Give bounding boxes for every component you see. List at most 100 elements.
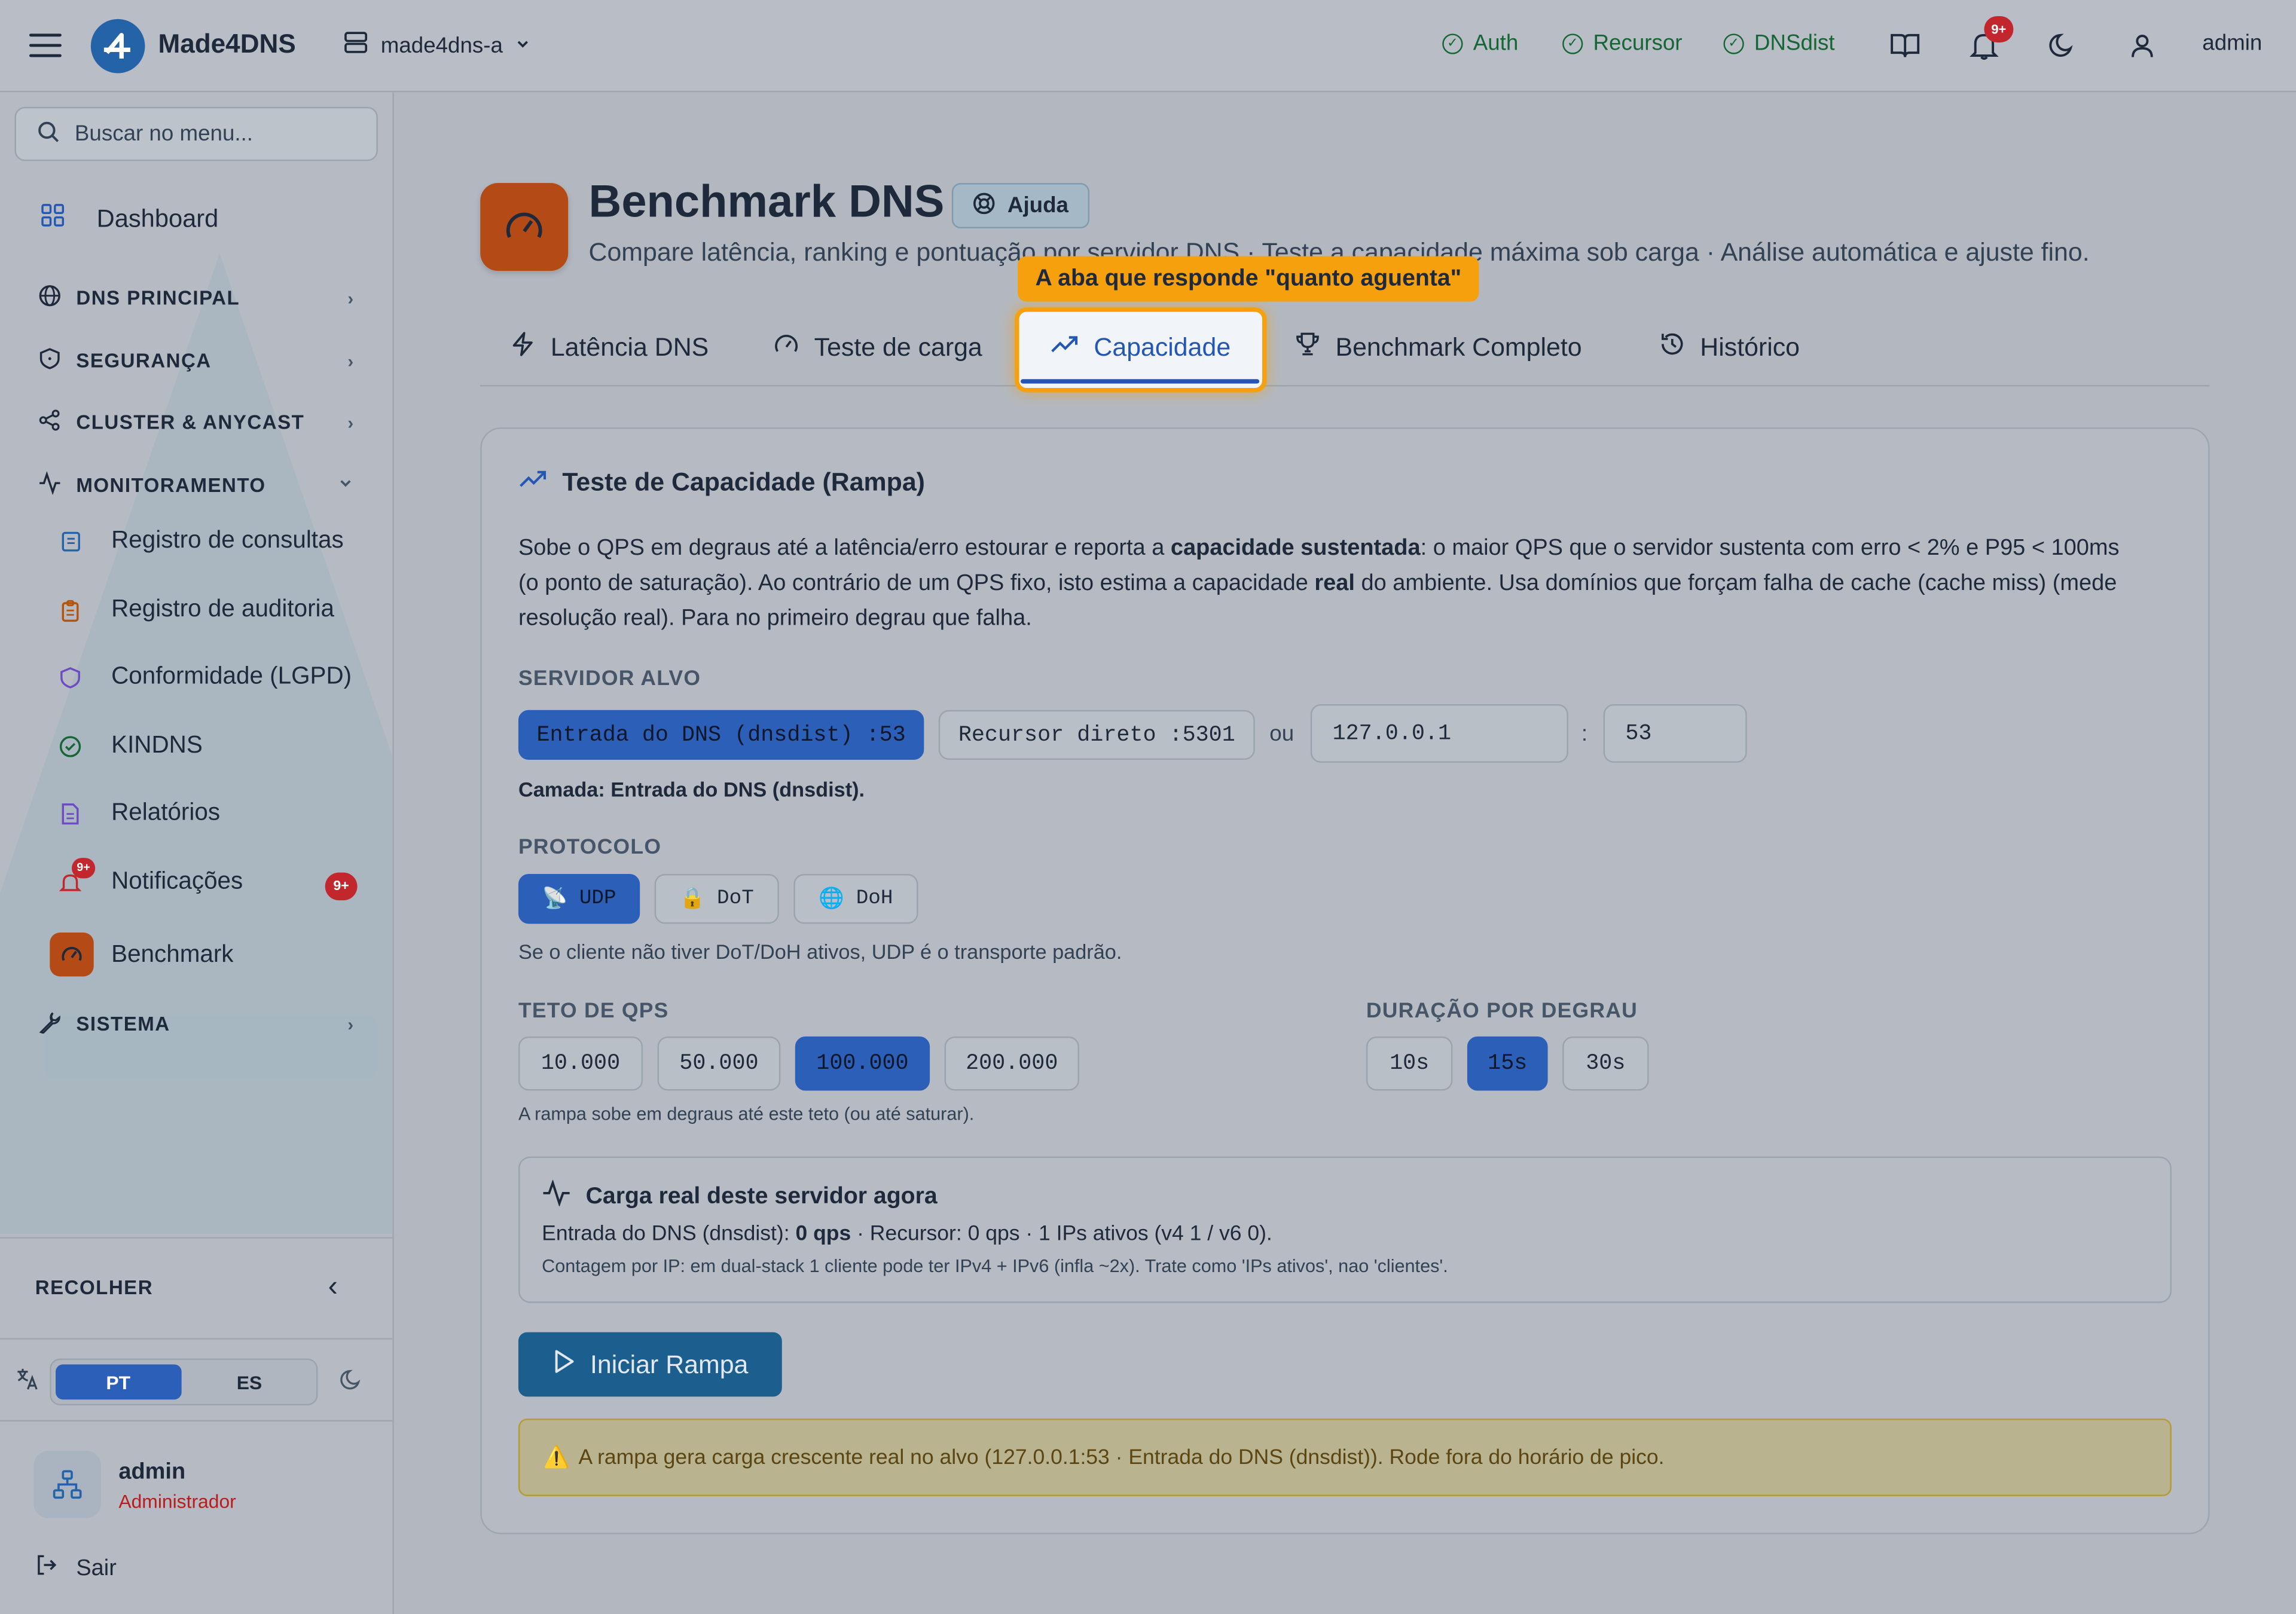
lang-es-button[interactable]: ES — [187, 1364, 312, 1399]
activity-icon — [542, 1179, 571, 1213]
logout-button[interactable]: Sair — [35, 1553, 117, 1584]
protocol-dot-button[interactable]: 🔒 DoT — [654, 874, 779, 924]
target-label: SERVIDOR ALVO — [518, 667, 701, 691]
avatar[interactable] — [33, 1450, 101, 1518]
search-input[interactable]: Buscar no menu... — [14, 106, 378, 161]
status-recursor[interactable]: ✓ Recursor — [1562, 30, 1683, 56]
protocol-label: PROTOCOLO — [518, 836, 662, 860]
tab-history[interactable]: Histórico — [1659, 307, 1800, 386]
tab-latency[interactable]: Latência DNS — [509, 307, 709, 386]
globe-icon — [38, 284, 62, 312]
help-button[interactable]: Ajuda — [951, 183, 1089, 229]
translate-icon — [14, 1366, 41, 1399]
brand-name: Made4DNS — [158, 29, 296, 59]
sidebar-item-reports[interactable]: Relatórios — [59, 799, 220, 827]
moon-icon[interactable] — [340, 1367, 365, 1399]
step-duration-label: DURAÇÃO POR DEGRAU — [1366, 999, 1638, 1023]
sidebar-section-system[interactable]: SISTEMA › — [38, 1010, 355, 1038]
tab-capacity[interactable]: Capacidade — [1050, 307, 1231, 386]
history-icon — [1659, 330, 1686, 363]
sidebar-item-queries[interactable]: Registro de consultas — [59, 527, 344, 555]
menu-icon[interactable] — [29, 29, 62, 62]
sidebar-item-audit[interactable]: Registro de auditoria — [59, 596, 334, 624]
top-user-name[interactable]: admin — [2202, 30, 2262, 56]
start-ramp-button[interactable]: Iniciar Rampa — [518, 1332, 782, 1397]
file-text-icon — [59, 802, 82, 825]
collapse-row[interactable]: RECOLHER ‹ — [0, 1237, 393, 1340]
target-recursor-button[interactable]: Recursor direto :5301 — [938, 710, 1255, 760]
chevron-right-icon: › — [347, 288, 355, 308]
search-placeholder: Buscar no menu... — [74, 121, 254, 146]
notifications-count-badge: 9+ — [325, 872, 358, 901]
scroll-icon — [59, 529, 82, 552]
tab-load-test[interactable]: Teste de carga — [773, 307, 982, 386]
server-selector[interactable]: made4dns-a — [343, 29, 532, 62]
card-description: Sobe o QPS em degraus até a latência/err… — [518, 536, 2120, 631]
sidebar-section-security[interactable]: SEGURANÇA › — [38, 347, 355, 375]
profile-role: Administrador — [118, 1490, 236, 1512]
step-10s-button[interactable]: 10s — [1366, 1036, 1453, 1091]
brand-logo — [90, 19, 145, 74]
status-dnsdist[interactable]: ✓ DNSdist — [1723, 30, 1835, 56]
qps-100000-button[interactable]: 100.000 — [795, 1036, 930, 1091]
chevron-down-icon — [337, 474, 354, 496]
sidebar: Buscar no menu... Dashboard DNS PRINCIPA… — [0, 92, 394, 1614]
trending-up-icon — [518, 466, 548, 499]
protocol-hint: Se o cliente não tiver DoT/DoH ativos, U… — [518, 940, 1122, 964]
step-15s-button[interactable]: 15s — [1467, 1036, 1548, 1091]
notification-dot-badge: 9+ — [72, 857, 96, 878]
warning-banner: ⚠️ A rampa gera carga crescente real no … — [518, 1419, 2172, 1496]
target-dnsdist-button[interactable]: Entrada do DNS (dnsdist) :53 — [518, 710, 924, 760]
warning-icon: ⚠️ — [543, 1446, 570, 1470]
trending-up-icon — [1050, 330, 1079, 363]
qps-10000-button[interactable]: 10.000 — [518, 1036, 643, 1091]
chevron-left-icon[interactable]: ‹ — [328, 1271, 338, 1304]
server-name: made4dns-a — [380, 33, 503, 58]
protocol-udp-button[interactable]: 📡 UDP — [518, 874, 640, 924]
bell-icon: 9+ — [59, 857, 96, 894]
host-input[interactable]: 127.0.0.1 — [1310, 704, 1568, 763]
sidebar-item-lgpd[interactable]: Conformidade (LGPD) — [59, 663, 352, 691]
language-toggle: PT ES — [50, 1358, 318, 1406]
protocol-doh-button[interactable]: 🌐 DoH — [793, 874, 918, 924]
step-30s-button[interactable]: 30s — [1562, 1036, 1649, 1091]
lang-pt-button[interactable]: PT — [56, 1364, 181, 1400]
qps-50000-button[interactable]: 50.000 — [657, 1036, 781, 1091]
wrench-icon — [38, 1010, 62, 1038]
tab-full-benchmark[interactable]: Benchmark Completo — [1294, 307, 1582, 386]
port-input[interactable]: 53 — [1603, 704, 1747, 763]
bell-icon[interactable]: 9+ — [1967, 16, 2014, 63]
docs-book-icon[interactable] — [1888, 28, 1923, 63]
play-icon — [552, 1347, 575, 1381]
live-load-note: Contagem por IP: em dual-stack 1 cliente… — [542, 1256, 1448, 1277]
sidebar-section-dns[interactable]: DNS PRINCIPAL › — [38, 284, 355, 312]
qps-hint: A rampa sobe em degraus até este teto (o… — [518, 1103, 975, 1124]
share-icon — [38, 408, 62, 436]
moon-icon[interactable] — [2045, 28, 2081, 63]
chevron-right-icon: › — [347, 412, 355, 433]
qps-200000-button[interactable]: 200.000 — [944, 1036, 1079, 1091]
benchmark-gauge-icon — [480, 183, 569, 271]
target-layer-text: Camada: Entrada do DNS (dnsdist). — [518, 777, 865, 801]
language-row: PT ES — [0, 1340, 393, 1422]
status-auth[interactable]: ✓ Auth — [1442, 30, 1518, 56]
user-icon[interactable] — [2124, 28, 2160, 63]
clipboard-icon — [59, 598, 82, 621]
shield-icon — [59, 665, 82, 689]
sidebar-section-cluster[interactable]: CLUSTER & ANYCAST › — [38, 408, 355, 436]
gauge-icon — [773, 330, 799, 363]
live-load-title: Carga real deste servidor agora — [542, 1179, 938, 1213]
qps-label: TETO DE QPS — [518, 999, 669, 1023]
sidebar-item-dashboard[interactable]: Dashboard — [41, 203, 219, 234]
port-separator: : — [1581, 722, 1588, 747]
lock-icon: 🔒 — [679, 888, 706, 912]
activity-icon — [38, 471, 62, 500]
globe-icon: 🌐 — [819, 888, 845, 912]
sidebar-section-monitoring[interactable]: MONITORAMENTO — [38, 471, 355, 500]
sidebar-item-benchmark[interactable]: Benchmark — [50, 933, 234, 977]
tab-active-indicator — [1020, 379, 1260, 384]
chevron-right-icon: › — [347, 350, 355, 371]
sidebar-item-kindns[interactable]: KINDNS — [59, 732, 203, 760]
notification-badge: 9+ — [1984, 16, 2014, 43]
sidebar-item-notifications[interactable]: 9+ Notificações — [59, 857, 243, 896]
